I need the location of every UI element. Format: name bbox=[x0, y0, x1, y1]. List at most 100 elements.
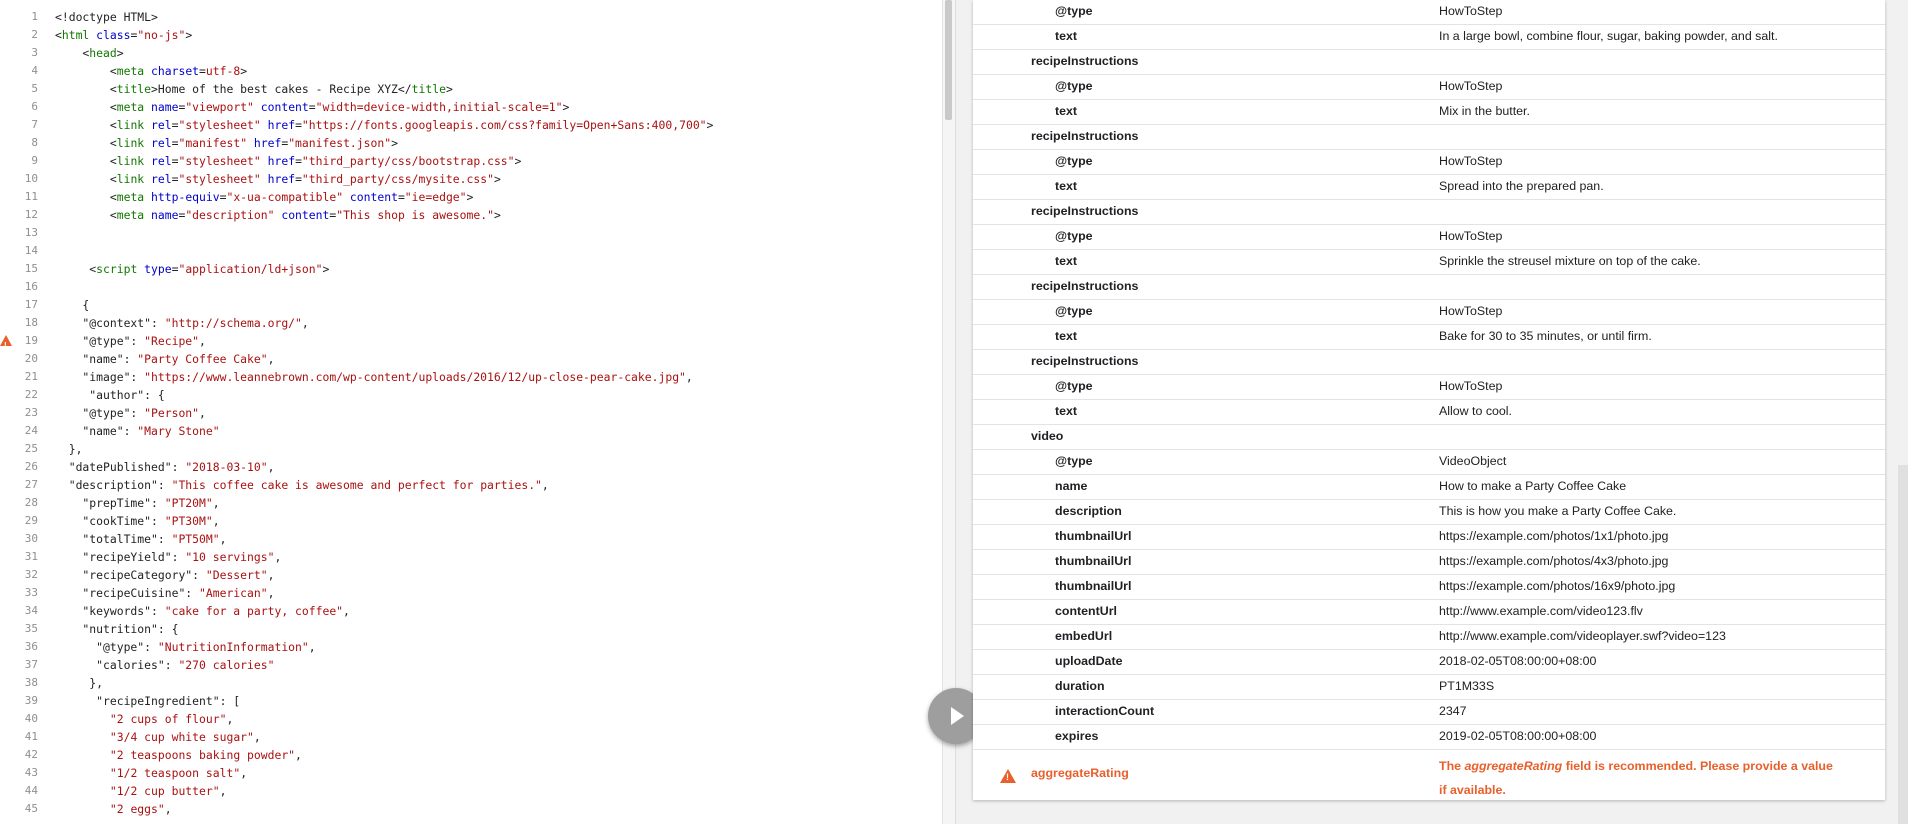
property-row[interactable]: text Sprinkle the streusel mixture on top… bbox=[973, 249, 1885, 275]
code-line[interactable]: 7 <link rel="stylesheet" href="https://f… bbox=[0, 116, 940, 134]
property-row[interactable]: thumbnailUrl https://example.com/photos/4… bbox=[973, 549, 1885, 575]
code-line[interactable]: 42 "2 teaspoons baking powder", bbox=[0, 746, 940, 764]
property-row[interactable]: text Bake for 30 to 35 minutes, or until … bbox=[973, 324, 1885, 350]
code-line[interactable]: 20 "name": "Party Coffee Cake", bbox=[0, 350, 940, 368]
code-text: <link rel="stylesheet" href="third_party… bbox=[55, 172, 501, 186]
property-group-row[interactable]: recipeInstructions bbox=[973, 274, 1885, 300]
line-number: 11 bbox=[24, 190, 38, 203]
property-row[interactable]: name How to make a Party Coffee Cake bbox=[973, 474, 1885, 500]
code-text: "prepTime": "PT20M", bbox=[55, 496, 220, 510]
property-row[interactable]: duration PT1M33S bbox=[973, 674, 1885, 700]
code-line[interactable]: 37 "calories": "270 calories" bbox=[0, 656, 940, 674]
property-row[interactable]: thumbnailUrl https://example.com/photos/1… bbox=[973, 524, 1885, 550]
property-row[interactable]: text Allow to cool. bbox=[973, 399, 1885, 425]
code-line[interactable]: 39 "recipeIngredient": [ bbox=[0, 692, 940, 710]
code-line[interactable]: 33 "recipeCuisine": "American", bbox=[0, 584, 940, 602]
property-group-row[interactable]: recipeInstructions bbox=[973, 124, 1885, 150]
property-row[interactable]: text Spread into the prepared pan. bbox=[973, 174, 1885, 200]
property-name: name bbox=[1055, 479, 1088, 493]
property-group-row[interactable]: recipeInstructions bbox=[973, 49, 1885, 75]
property-row[interactable]: @type HowToStep bbox=[973, 149, 1885, 175]
property-row[interactable]: description This is how you make a Party … bbox=[973, 499, 1885, 525]
code-line[interactable]: 19 "@type": "Recipe", bbox=[0, 332, 940, 355]
code-line[interactable]: 11 <meta http-equiv="x-ua-compatible" co… bbox=[0, 188, 940, 206]
code-line[interactable]: 5 <title>Home of the best cakes - Recipe… bbox=[0, 80, 940, 98]
code-text: <meta charset=utf-8> bbox=[55, 64, 248, 78]
editor-scrollbar-thumb[interactable] bbox=[945, 0, 952, 120]
property-row[interactable]: embedUrl http://www.example.com/videoplay… bbox=[973, 624, 1885, 650]
property-row[interactable]: interactionCount 2347 bbox=[973, 699, 1885, 725]
property-name: text bbox=[1055, 29, 1078, 43]
code-line[interactable]: 16 bbox=[0, 278, 940, 296]
property-group-row[interactable]: recipeInstructions bbox=[973, 349, 1885, 375]
property-group-row[interactable]: video bbox=[973, 424, 1885, 450]
code-line[interactable]: 10 <link rel="stylesheet" href="third_pa… bbox=[0, 170, 940, 188]
code-line[interactable]: 4 <meta charset=utf-8> bbox=[0, 62, 940, 80]
code-line[interactable]: 9 <link rel="stylesheet" href="third_par… bbox=[0, 152, 940, 170]
code-line[interactable]: 15 <script type="application/ld+json"> bbox=[0, 260, 940, 278]
property-row[interactable]: @type HowToStep bbox=[973, 374, 1885, 400]
code-line[interactable]: 24 "name": "Mary Stone" bbox=[0, 422, 940, 440]
property-name: @type bbox=[1055, 154, 1093, 168]
code-line[interactable]: 29 "cookTime": "PT30M", bbox=[0, 512, 940, 530]
code-editor[interactable]: 1 <!doctype HTML> 2 <html class="no-js"> 3 <… bbox=[0, 0, 956, 824]
code-line[interactable]: 23 "@type": "Person", bbox=[0, 404, 940, 422]
line-number: 13 bbox=[24, 226, 38, 239]
property-row[interactable]: @type HowToStep bbox=[973, 224, 1885, 250]
property-row[interactable]: contentUrl http://www.example.com/video12… bbox=[973, 599, 1885, 625]
code-line[interactable]: 3 <head> bbox=[0, 44, 940, 62]
line-number: 14 bbox=[24, 244, 38, 257]
property-row[interactable]: text Mix in the butter. bbox=[973, 99, 1885, 125]
property-row[interactable]: thumbnailUrl https://example.com/photos/1… bbox=[973, 574, 1885, 600]
code-area[interactable]: 1 <!doctype HTML> 2 <html class="no-js"> 3 <… bbox=[0, 8, 940, 818]
aggregate-rating-warning-row[interactable]: aggregateRating The aggregateRating fiel… bbox=[973, 750, 1885, 800]
property-row[interactable]: uploadDate 2018-02-05T08:00:00+08:00 bbox=[973, 649, 1885, 675]
code-line[interactable]: 13 bbox=[0, 224, 940, 242]
code-line[interactable]: 35 "nutrition": { bbox=[0, 620, 940, 638]
code-line[interactable]: 8 <link rel="manifest" href="manifest.js… bbox=[0, 134, 940, 152]
code-line[interactable]: 36 "@type": "NutritionInformation", bbox=[0, 638, 940, 656]
property-name: interactionCount bbox=[1055, 704, 1155, 718]
property-name: text bbox=[1055, 179, 1078, 193]
code-line[interactable]: 32 "recipeCategory": "Dessert", bbox=[0, 566, 940, 584]
property-row[interactable]: @type HowToStep bbox=[973, 299, 1885, 325]
line-number: 20 bbox=[24, 352, 38, 365]
code-text: "image": "https://www.leannebrown.com/wp… bbox=[55, 370, 693, 384]
property-row[interactable]: @type HowToStep bbox=[973, 0, 1885, 25]
code-line[interactable]: 43 "1/2 teaspoon salt", bbox=[0, 764, 940, 782]
property-value: HowToStep bbox=[1439, 379, 1503, 393]
code-line[interactable]: 18 "@context": "http://schema.org/", bbox=[0, 314, 940, 332]
code-text: "2 cups of flour", bbox=[109, 712, 234, 726]
code-line[interactable]: 17 { bbox=[0, 296, 940, 314]
property-row[interactable]: @type VideoObject bbox=[973, 449, 1885, 475]
code-line[interactable]: 25 }, bbox=[0, 440, 940, 458]
code-line[interactable]: 2 <html class="no-js"> bbox=[0, 26, 940, 44]
code-line[interactable]: 12 <meta name="description" content="Thi… bbox=[0, 206, 940, 224]
code-line[interactable]: 44 "1/2 cup butter", bbox=[0, 782, 940, 800]
code-line[interactable]: 40 "2 cups of flour", bbox=[0, 710, 940, 728]
line-number: 6 bbox=[31, 100, 38, 113]
code-line[interactable]: 45 "2 eggs", bbox=[0, 800, 940, 818]
code-line[interactable]: 6 <meta name="viewport" content="width=d… bbox=[0, 98, 940, 116]
property-value: HowToStep bbox=[1439, 154, 1503, 168]
code-line[interactable]: 21 "image": "https://www.leannebrown.com… bbox=[0, 368, 940, 386]
property-row[interactable]: text In a large bowl, combine flour, suga… bbox=[973, 24, 1885, 50]
property-value: http://www.example.com/videoplayer.swf?v… bbox=[1439, 629, 1726, 643]
property-group-row[interactable]: recipeInstructions bbox=[973, 199, 1885, 225]
code-line[interactable]: 31 "recipeYield": "10 servings", bbox=[0, 548, 940, 566]
code-line[interactable]: 30 "totalTime": "PT50M", bbox=[0, 530, 940, 548]
code-line[interactable]: 14 bbox=[0, 242, 940, 260]
code-line[interactable]: 1 <!doctype HTML> bbox=[0, 8, 940, 26]
page-scrollbar[interactable] bbox=[1898, 465, 1908, 824]
code-line[interactable]: 28 "prepTime": "PT20M", bbox=[0, 494, 940, 512]
line-number: 18 bbox=[24, 316, 38, 329]
code-line[interactable]: 34 "keywords": "cake for a party, coffee… bbox=[0, 602, 940, 620]
code-line[interactable]: 27 "description": "This coffee cake is a… bbox=[0, 476, 940, 494]
code-line[interactable]: 38 }, bbox=[0, 674, 940, 692]
property-row[interactable]: @type HowToStep bbox=[973, 74, 1885, 100]
code-text: "nutrition": { bbox=[55, 622, 179, 636]
code-line[interactable]: 41 "3/4 cup white sugar", bbox=[0, 728, 940, 746]
code-line[interactable]: 26 "datePublished": "2018-03-10", bbox=[0, 458, 940, 476]
property-row[interactable]: expires 2019-02-05T08:00:00+08:00 bbox=[973, 724, 1885, 750]
code-line[interactable]: 22 "author": { bbox=[0, 386, 940, 404]
